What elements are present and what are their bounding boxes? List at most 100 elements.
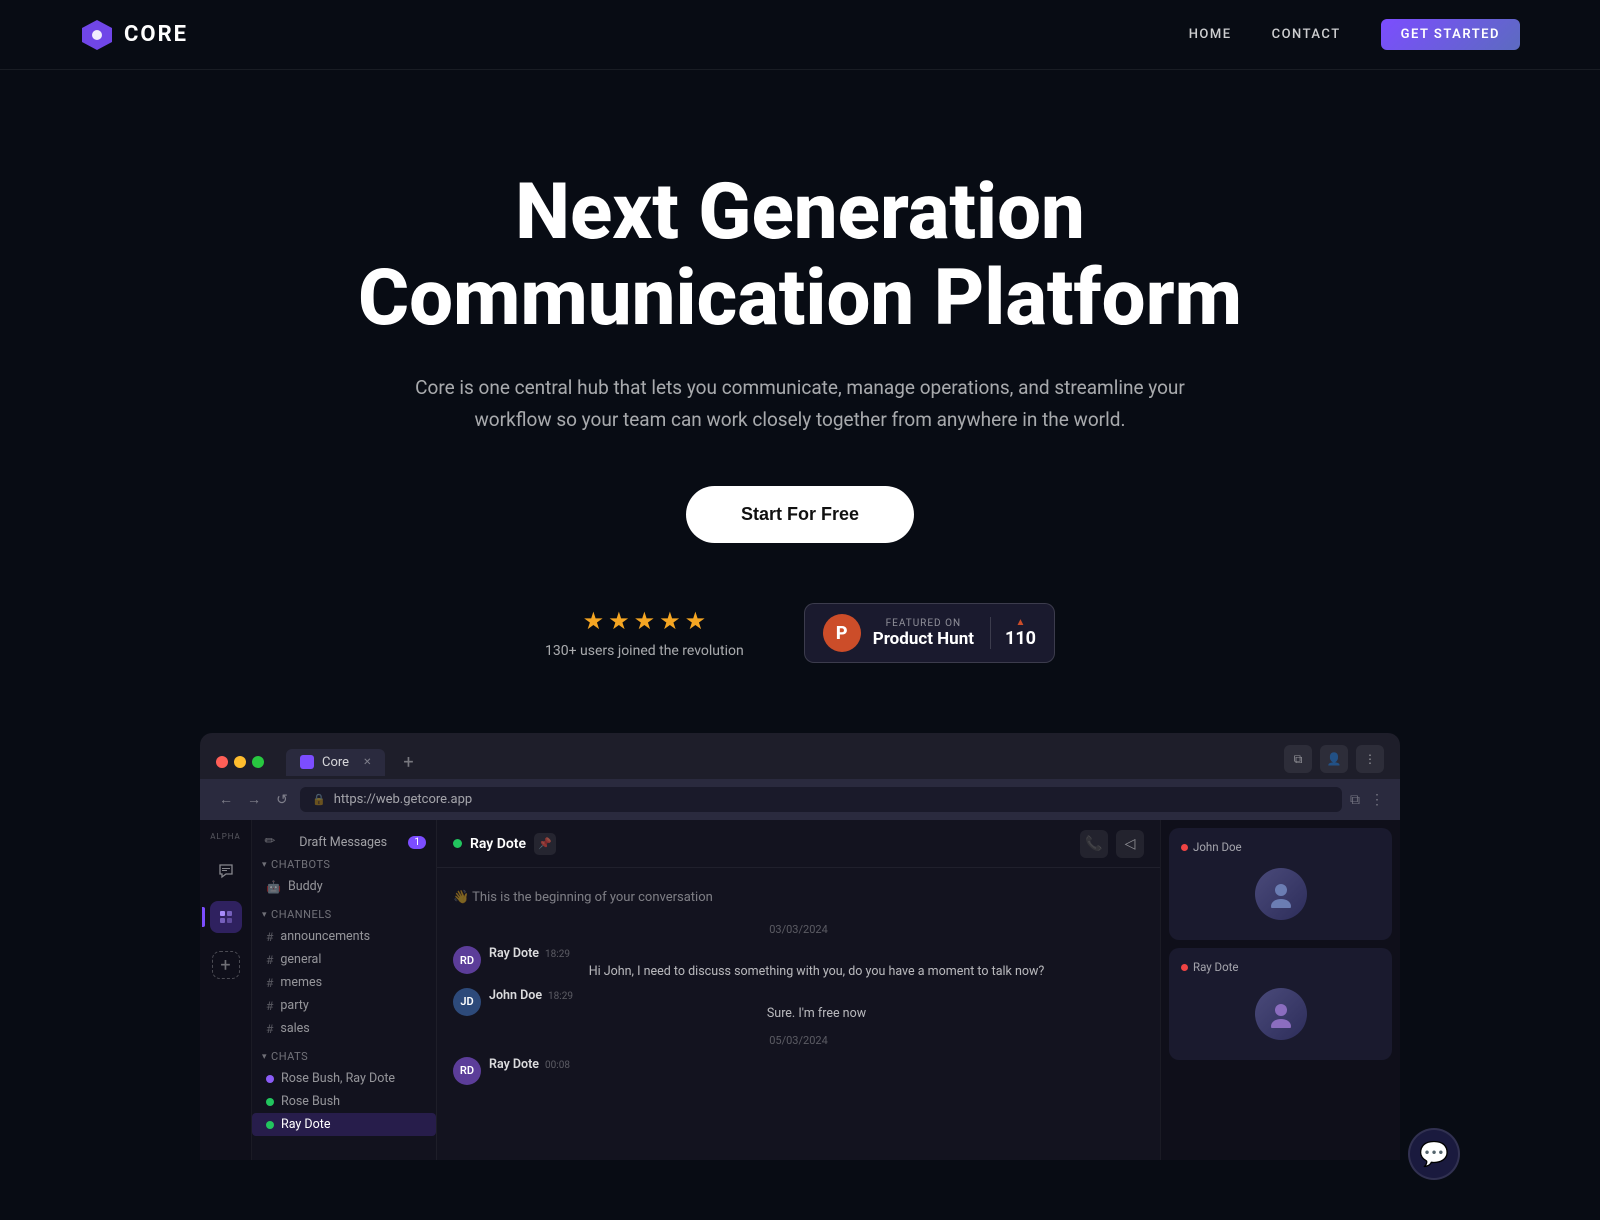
online-indicator — [453, 839, 462, 848]
ph-logo: P — [823, 614, 861, 652]
avatar-john: JD — [453, 988, 481, 1016]
back-btn[interactable]: ← — [216, 790, 236, 810]
app-preview: Core ✕ + ⧉ 👤 ⋮ ← → ↺ 🔒 https://web.getco… — [200, 733, 1400, 1160]
chat-name-2: Rose Bush — [281, 1094, 340, 1109]
browser-chrome: Core ✕ + ⧉ 👤 ⋮ — [200, 733, 1400, 779]
pin-icon[interactable]: 📌 — [534, 833, 556, 855]
tab-new-btn[interactable]: + — [395, 749, 421, 775]
sidebar-icons: ALPHA + — [200, 820, 252, 1160]
channel-memes[interactable]: # memes — [252, 971, 436, 994]
browser-ext-btn1[interactable]: ⧉ — [1284, 745, 1312, 773]
lock-icon: 🔒 — [312, 793, 326, 806]
channel-sales[interactable]: # sales — [252, 1017, 436, 1040]
ph-name: Product Hunt — [873, 629, 974, 649]
tab-title: Core — [322, 755, 349, 770]
browser-ext-btn2[interactable]: 👤 — [1320, 745, 1348, 773]
date-divider-2: 05/03/2024 — [453, 1034, 1144, 1047]
tab-favicon — [300, 755, 314, 769]
message-meta-2: John Doe 18:29 — [489, 988, 1144, 1003]
hash-icon-4: # — [266, 999, 273, 1013]
message-content-3: Ray Dote 00:08 — [489, 1057, 1144, 1074]
conversation-start: 👋 This is the beginning of your conversa… — [453, 882, 1144, 913]
status-dot-2 — [266, 1098, 274, 1106]
draft-messages-item[interactable]: ✏ Draft Messages 1 — [252, 830, 436, 854]
cta-button[interactable]: Start For Free — [686, 486, 914, 543]
browser-tab[interactable]: Core ✕ — [286, 749, 385, 776]
call-dot-ray — [1181, 964, 1188, 971]
channels-header[interactable]: ▾ CHANNELS — [252, 904, 436, 925]
tab-close-btn[interactable]: ✕ — [363, 757, 371, 768]
sidebar-icon-channels[interactable] — [210, 901, 242, 933]
call-avatar-ray — [1255, 988, 1307, 1040]
chat-rose[interactable]: Rose Bush — [252, 1090, 436, 1113]
call-card-ray: Ray Dote — [1169, 948, 1392, 1060]
channels-chevron: ▾ — [262, 910, 267, 920]
stars: ★ ★ ★ ★ ★ — [583, 607, 707, 635]
chatbots-label: CHATBOTS — [271, 858, 330, 871]
chats-chevron: ▾ — [262, 1052, 267, 1062]
hash-icon: # — [266, 930, 273, 944]
message-meta-3: Ray Dote 00:08 — [489, 1057, 1144, 1072]
browser-action-1[interactable]: ⧉ — [1350, 792, 1360, 808]
buddy-item[interactable]: 🤖 Buddy — [252, 875, 436, 898]
hero-section: Next Generation Communication Platform C… — [0, 70, 1600, 1220]
message-row-3: RD Ray Dote 00:08 — [453, 1057, 1144, 1085]
draft-messages-label: Draft Messages — [285, 835, 401, 850]
channel-general[interactable]: # general — [252, 948, 436, 971]
refresh-btn[interactable]: ↺ — [272, 790, 292, 810]
logo-icon — [80, 18, 114, 52]
buddy-icon: 🤖 — [266, 880, 281, 894]
call-card-user-john: John Doe — [1181, 840, 1242, 854]
chats-label: CHATS — [271, 1050, 308, 1063]
browser-action-2[interactable]: ⋮ — [1370, 792, 1384, 808]
nav-get-started[interactable]: GET STARTED — [1381, 19, 1520, 50]
active-chat-name: Ray Dote — [470, 836, 526, 852]
chat-messages: 👋 This is the beginning of your conversa… — [437, 868, 1160, 1160]
dot-yellow[interactable] — [234, 756, 246, 768]
ph-arrow-icon: ▲ — [1016, 617, 1026, 628]
channel-party[interactable]: # party — [252, 994, 436, 1017]
chat-ray[interactable]: Ray Dote — [252, 1113, 436, 1136]
buddy-label: Buddy — [288, 879, 323, 894]
channels-label: CHANNELS — [271, 908, 332, 921]
dot-green[interactable] — [252, 756, 264, 768]
dot-red[interactable] — [216, 756, 228, 768]
url-text: https://web.getcore.app — [334, 792, 472, 807]
channel-announcements[interactable]: # announcements — [252, 925, 436, 948]
chat-bubble-icon: 💬 — [1419, 1140, 1449, 1168]
logo[interactable]: CORE — [80, 18, 188, 52]
sidebar-toggle-btn[interactable]: ◁ — [1116, 830, 1144, 858]
call-btn[interactable]: 📞 — [1080, 830, 1108, 858]
call-user-name-john: John Doe — [1193, 840, 1242, 854]
chats-header[interactable]: ▾ CHATS — [252, 1046, 436, 1067]
channel-name-sales: sales — [280, 1021, 309, 1036]
message-meta-1: Ray Dote 18:29 — [489, 946, 1144, 961]
browser-menu-btn[interactable]: ⋮ — [1356, 745, 1384, 773]
call-avatar-john — [1255, 868, 1307, 920]
product-hunt-badge[interactable]: P FEATURED ON Product Hunt ▲ 110 — [804, 603, 1055, 663]
nav-home[interactable]: HOME — [1189, 27, 1232, 42]
ph-count-block: ▲ 110 — [990, 617, 1036, 649]
call-avatar-inner-ray — [1255, 988, 1307, 1040]
chat-name-3: Ray Dote — [281, 1117, 330, 1132]
browser-url-bar: ← → ↺ 🔒 https://web.getcore.app ⧉ ⋮ — [200, 779, 1400, 820]
chatbots-header[interactable]: ▾ CHATBOTS — [252, 854, 436, 875]
sender-ray-1: Ray Dote — [489, 946, 539, 961]
call-user-name-ray: Ray Dote — [1193, 960, 1239, 974]
chat-name-1: Rose Bush, Ray Dote — [281, 1071, 395, 1086]
url-input[interactable]: 🔒 https://web.getcore.app — [300, 787, 1342, 812]
nav-contact[interactable]: CONTACT — [1272, 27, 1341, 42]
chat-user-info: Ray Dote 📌 — [453, 833, 556, 855]
sidebar-icon-chat[interactable] — [210, 855, 242, 887]
time-1: 18:29 — [545, 949, 570, 960]
msg-text-2: Sure. I'm free now — [489, 1005, 1144, 1024]
sender-john: John Doe — [489, 988, 542, 1003]
chat-rose-ray[interactable]: Rose Bush, Ray Dote — [252, 1067, 436, 1090]
forward-btn[interactable]: → — [244, 790, 264, 810]
chat-bubble-widget[interactable]: 💬 — [1408, 1128, 1460, 1180]
sidebar-add-btn[interactable]: + — [212, 951, 240, 979]
star-1: ★ — [583, 607, 605, 635]
time-2: 18:29 — [548, 991, 573, 1002]
message-row-2: JD John Doe 18:29 Sure. I'm free now — [453, 988, 1144, 1024]
message-content-2: John Doe 18:29 Sure. I'm free now — [489, 988, 1144, 1024]
